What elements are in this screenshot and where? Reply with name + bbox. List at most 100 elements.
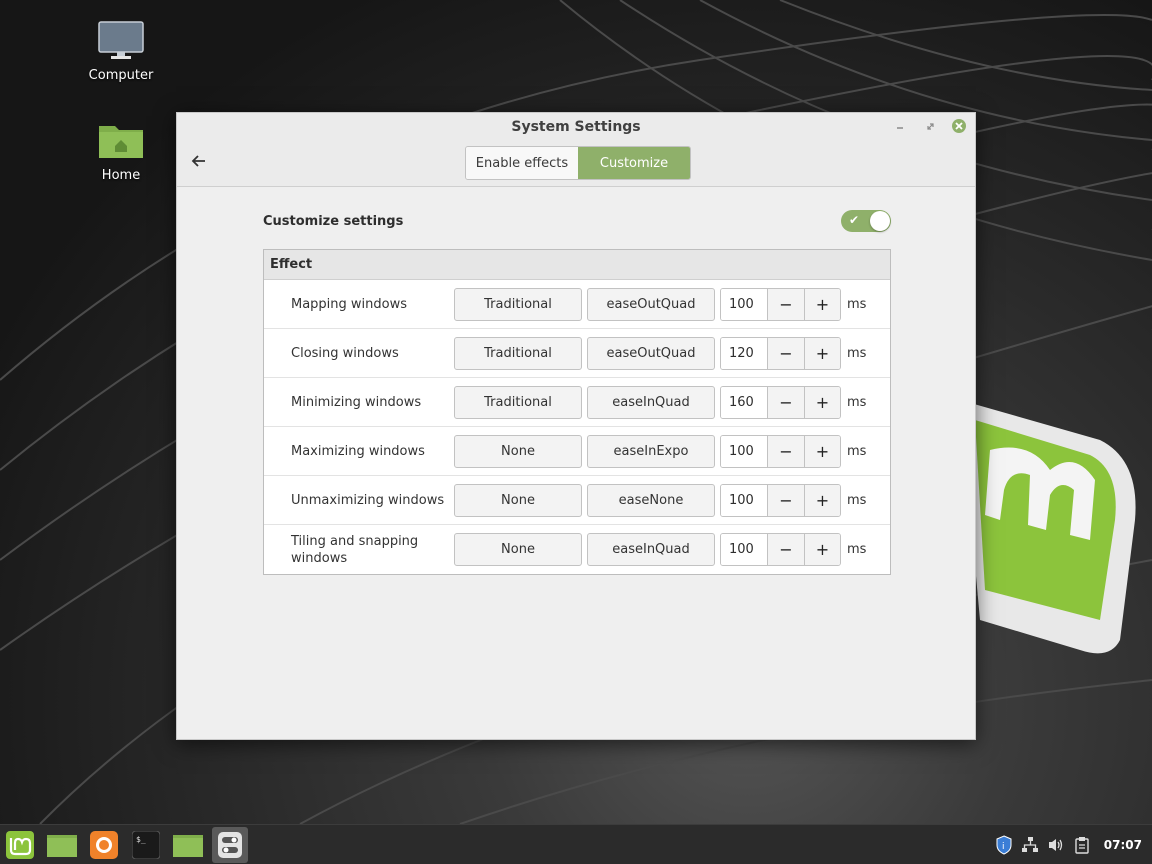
effect-type-button[interactable]: Traditional [454, 336, 582, 370]
effect-type-button[interactable]: None [454, 533, 582, 566]
system-settings-window: System Settings Enable effects Customize… [176, 112, 976, 740]
table-row: Mapping windows Traditional easeOutQuad 100… [264, 280, 890, 329]
duration-unit: ms [847, 345, 867, 361]
network-icon [1021, 837, 1038, 852]
easing-button[interactable]: easeOutQuad [587, 336, 715, 370]
decrement-button[interactable]: − [768, 337, 804, 369]
minus-icon: − [779, 343, 793, 363]
svg-text:$_: $_ [136, 835, 146, 844]
decrement-button[interactable]: − [768, 386, 804, 418]
decrement-button[interactable]: − [768, 288, 804, 320]
effect-name: Maximizing windows [291, 443, 425, 459]
customize-heading: Customize settings [263, 213, 404, 229]
taskbar-firefox[interactable] [86, 827, 122, 863]
customize-toggle[interactable]: ✔ [841, 210, 891, 232]
tab-enable-effects[interactable]: Enable effects [466, 147, 578, 179]
update-manager-button[interactable]: i [992, 833, 1016, 857]
duration-input[interactable]: 100 [721, 484, 768, 516]
titlebar: System Settings Enable effects Customize [177, 113, 975, 187]
tab-customize[interactable]: Customize [578, 147, 690, 179]
taskbar-terminal[interactable]: $_ [128, 827, 164, 863]
increment-button[interactable]: + [804, 386, 840, 418]
easing-button[interactable]: easeInQuad [587, 533, 715, 566]
clipboard-icon [1075, 837, 1089, 854]
clock[interactable]: 07:07 [1104, 838, 1142, 852]
duration-input[interactable]: 100 [721, 534, 768, 565]
taskbar-show-desktop[interactable] [44, 827, 80, 863]
duration-spinbutton: 120− + [720, 336, 841, 370]
plus-icon: + [815, 441, 830, 461]
duration-unit: ms [847, 492, 867, 508]
window-title: System Settings [511, 119, 641, 135]
clipboard-button[interactable] [1070, 833, 1094, 857]
easing-button[interactable]: easeInExpo [587, 434, 715, 468]
table-row: Unmaximizing windows None easeNone 100− + ms [264, 476, 890, 525]
duration-spinbutton: 160− + [720, 385, 841, 419]
minimize-button[interactable] [891, 117, 909, 135]
increment-button[interactable]: + [804, 288, 840, 320]
minus-icon: − [779, 441, 793, 461]
decrement-button[interactable]: − [768, 484, 804, 516]
duration-spinbutton: 100− + [720, 483, 841, 517]
mint-logo-graphic [960, 400, 1136, 654]
volume-button[interactable] [1044, 833, 1068, 857]
increment-button[interactable]: + [804, 534, 840, 565]
easing-button[interactable]: easeOutQuad [587, 287, 715, 321]
desktop-icon-label: Home [101, 168, 141, 183]
minus-icon: − [779, 540, 793, 559]
desktop-icon-computer[interactable]: Computer [81, 20, 161, 83]
taskbar-system-settings[interactable] [212, 826, 248, 863]
duration-spinbutton: 100− + [720, 533, 841, 566]
duration-unit: ms [847, 296, 867, 312]
effect-type-button[interactable]: Traditional [454, 287, 582, 321]
check-icon: ✔ [849, 213, 860, 227]
firefox-icon [90, 830, 118, 859]
effect-type-button[interactable]: None [454, 483, 582, 517]
duration-input[interactable]: 100 [721, 288, 768, 320]
duration-spinbutton: 100− + [720, 287, 841, 321]
duration-input[interactable]: 120 [721, 337, 768, 369]
desktop-icon-label: Computer [88, 68, 154, 83]
computer-icon [98, 21, 144, 59]
increment-button[interactable]: + [804, 337, 840, 369]
volume-icon [1048, 839, 1062, 851]
minimize-icon [897, 127, 903, 129]
decrement-button[interactable]: − [768, 534, 804, 565]
close-button[interactable] [950, 117, 968, 135]
svg-text:i: i [1002, 842, 1005, 852]
network-button[interactable] [1018, 833, 1042, 857]
easing-button[interactable]: easeInQuad [587, 385, 715, 419]
decrement-button[interactable]: − [768, 435, 804, 467]
effect-type-button[interactable]: Traditional [454, 385, 582, 419]
table-row: Maximizing windows None easeInExpo 100− + ms [264, 427, 890, 476]
effect-name: Closing windows [291, 345, 399, 361]
plus-icon: + [815, 392, 830, 412]
effect-name: Minimizing windows [291, 394, 422, 410]
plus-icon: + [815, 540, 830, 559]
terminal-icon: $_ [132, 830, 160, 859]
minus-icon: − [779, 490, 793, 510]
desktop-icon-home[interactable]: Home [81, 120, 161, 183]
plus-icon: + [815, 343, 830, 363]
table-row: Tiling and snapping windows None easeInQua… [264, 525, 890, 574]
increment-button[interactable]: + [804, 484, 840, 516]
duration-input[interactable]: 160 [721, 386, 768, 418]
taskbar-files[interactable] [170, 827, 206, 863]
back-button[interactable] [191, 153, 211, 173]
duration-input[interactable]: 100 [721, 435, 768, 467]
shield-icon: i [996, 835, 1012, 855]
plus-icon: + [815, 294, 830, 314]
increment-button[interactable]: + [804, 435, 840, 467]
customize-panel: Customize settings ✔ Effect Mapping wind… [263, 209, 891, 575]
effect-name: Tiling and snapping windows [291, 533, 419, 566]
system-tray: i 07:07 [992, 825, 1152, 864]
effect-type-button[interactable]: None [454, 434, 582, 468]
effect-name: Mapping windows [291, 296, 408, 312]
menu-button[interactable] [2, 827, 38, 863]
folder-icon [173, 834, 203, 857]
easing-button[interactable]: easeNone [587, 483, 715, 517]
maximize-button[interactable] [921, 117, 939, 135]
toggle-knob [870, 211, 890, 231]
customize-header: Customize settings ✔ [263, 209, 891, 233]
arrow-left-icon [191, 155, 205, 167]
